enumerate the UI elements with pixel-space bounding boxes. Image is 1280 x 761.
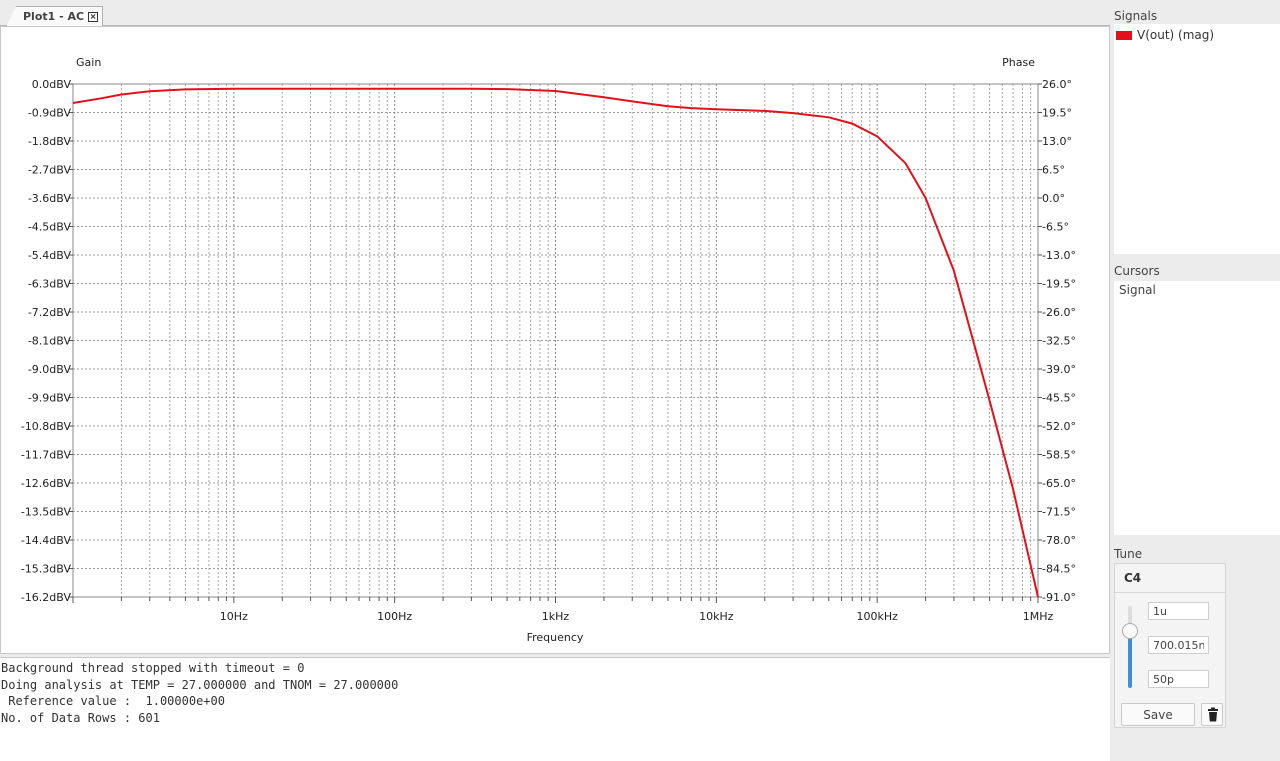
app-window: Plot1 - AC × 0.0dBV -0.9dBV -1.8dBV -2.7dBV… <box>0 0 1280 761</box>
right-tick-label: -26.0° <box>1042 306 1076 319</box>
tab-plot1-ac[interactable]: Plot1 - AC × <box>6 6 104 27</box>
console-line: Reference value : 1.00000e+00 <box>1 694 225 709</box>
left-tick-label: -14.4dBV <box>21 534 72 547</box>
x-tick-label: 10kHz <box>699 610 734 623</box>
left-axis-ticks: 0.0dBV -0.9dBV -1.8dBV -2.7dBV -3.6dBV -4.5dB… <box>21 78 73 604</box>
left-tick-label: -12.6dBV <box>21 477 72 490</box>
right-tick-label: -32.5° <box>1042 335 1076 348</box>
right-tick-label: -13.0° <box>1042 249 1076 262</box>
x-axis-ticks: 10Hz 100Hz 1kHz 10kHz 100kHz 1MHz <box>72 597 1054 623</box>
console-output[interactable]: Background thread stopped with timeout =… <box>0 657 1110 761</box>
right-tick-label: -6.5° <box>1042 221 1069 234</box>
x-tick-label: 100kHz <box>856 610 898 623</box>
right-tick-label: -78.0° <box>1042 534 1076 547</box>
tune-max-input[interactable] <box>1148 602 1209 620</box>
left-tick-label: -15.3dBV <box>21 563 72 576</box>
console-line: No. of Data Rows : 601 <box>1 711 160 726</box>
right-tick-label: 0.0° <box>1042 192 1065 205</box>
right-tick-label: -91.0° <box>1042 591 1076 604</box>
right-tick-label: -52.0° <box>1042 420 1076 433</box>
tab-label: Plot1 - AC <box>23 10 85 23</box>
tune-value-input[interactable] <box>1148 636 1209 654</box>
right-tick-label: 13.0° <box>1042 135 1072 148</box>
right-tick-label: 26.0° <box>1042 78 1072 91</box>
signals-list[interactable]: V(out) (mag) <box>1114 24 1280 254</box>
cursors-column-signal: Signal <box>1119 283 1156 297</box>
signal-label: V(out) (mag) <box>1137 28 1215 42</box>
right-tick-label: -45.5° <box>1042 392 1076 405</box>
x-tick-label: 100Hz <box>377 610 412 623</box>
left-tick-label: -9.9dBV <box>28 392 72 405</box>
x-axis-title: Frequency <box>527 631 584 644</box>
left-tick-label: -8.1dBV <box>28 335 72 348</box>
tune-min-input[interactable] <box>1148 670 1209 688</box>
tune-header: Tune <box>1114 547 1143 561</box>
right-tick-label: -71.5° <box>1042 506 1076 519</box>
console-line: Doing analysis at TEMP = 27.000000 and T… <box>1 677 399 692</box>
left-tick-label: -0.9dBV <box>28 107 72 120</box>
right-axis-title: Phase <box>1002 56 1035 69</box>
x-tick-label: 1kHz <box>542 610 570 623</box>
left-axis-title: Gain <box>76 56 101 69</box>
cursors-header: Cursors <box>1114 264 1160 278</box>
tune-slider-fill <box>1128 630 1132 688</box>
trash-icon <box>1208 707 1218 722</box>
save-button[interactable]: Save <box>1121 703 1195 726</box>
right-tick-label: -58.5° <box>1042 449 1076 462</box>
signals-header: Signals <box>1114 9 1158 23</box>
right-tick-label: -19.5° <box>1042 278 1076 291</box>
left-tick-label: -13.5dBV <box>21 506 72 519</box>
delete-button[interactable] <box>1201 703 1223 726</box>
right-axis-ticks: 26.0° 19.5° 13.0° 6.5° 0.0° -6.5° -13.0° -19.5°… <box>1038 78 1076 604</box>
ac-plot[interactable]: 0.0dBV -0.9dBV -1.8dBV -2.7dBV -3.6dBV -4.5dB… <box>1 27 1111 655</box>
x-tick-label: 1MHz <box>1023 610 1054 623</box>
left-tick-label: 0.0dBV <box>32 78 72 91</box>
left-tick-label: -9.0dBV <box>28 363 72 376</box>
right-panel: Signals V(out) (mag) Cursors Signal Tune… <box>1110 0 1280 761</box>
tune-slider-handle[interactable] <box>1122 622 1138 639</box>
right-tick-label: 6.5° <box>1042 164 1065 177</box>
right-tick-label: -39.0° <box>1042 363 1076 376</box>
left-tick-label: -5.4dBV <box>28 249 72 262</box>
left-tick-label: -10.8dBV <box>21 420 72 433</box>
left-tick-label: -1.8dBV <box>28 135 72 148</box>
plot-pane[interactable]: 0.0dBV -0.9dBV -1.8dBV -2.7dBV -3.6dBV -4.5dB… <box>0 26 1110 654</box>
left-tick-label: -7.2dBV <box>28 306 72 319</box>
left-tick-label: -16.2dBV <box>21 591 72 604</box>
divider <box>1115 592 1225 593</box>
right-tick-label: -84.5° <box>1042 563 1076 576</box>
left-tick-label: -2.7dBV <box>28 164 72 177</box>
tune-component-name: C4 <box>1124 571 1142 585</box>
left-tick-label: -3.6dBV <box>28 192 72 205</box>
cursors-table[interactable]: Signal <box>1114 281 1280 535</box>
left-tick-label: -11.7dBV <box>21 449 72 462</box>
signal-color-swatch <box>1116 30 1132 40</box>
tune-panel: C4 Save <box>1114 563 1226 728</box>
right-tick-label: 19.5° <box>1042 107 1072 120</box>
tab-bar: Plot1 - AC × <box>0 0 1110 27</box>
console-line: Background thread stopped with timeout =… <box>1 661 305 675</box>
right-tick-label: -65.0° <box>1042 477 1076 490</box>
plot-grid <box>73 83 1038 598</box>
left-tick-label: -4.5dBV <box>28 221 72 234</box>
x-tick-label: 10Hz <box>220 610 248 623</box>
close-icon[interactable]: × <box>88 12 99 22</box>
left-tick-label: -6.3dBV <box>28 278 72 291</box>
signal-item[interactable]: V(out) (mag) <box>1116 28 1214 42</box>
